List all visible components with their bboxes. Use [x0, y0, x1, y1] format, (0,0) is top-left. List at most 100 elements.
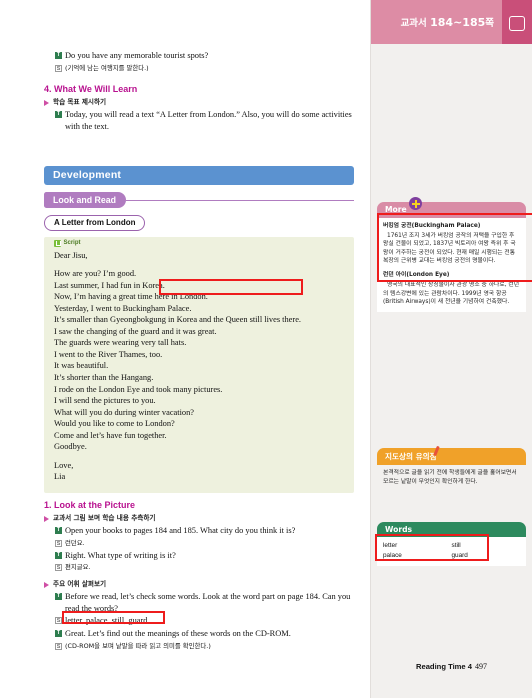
section-bullet: 학습 목표 제시하기 — [44, 97, 354, 107]
exchange-group: T Open your books to pages 184 and 185. … — [55, 525, 354, 573]
teacher-badge-icon: T — [55, 551, 62, 559]
script-tag: Script — [54, 239, 344, 247]
letter-line: I will send the pictures to you. — [54, 396, 156, 406]
exchange-line: S 런던요. — [55, 538, 354, 549]
development-section: Development Look and Read A Letter from … — [44, 166, 354, 493]
sidebar-footer: Reading Time 4 497 — [371, 656, 532, 674]
textbook-prefix: 교과서 — [400, 18, 427, 29]
letter-line: Come and let’s have fun together. — [54, 430, 167, 440]
exchange-group: T Before we read, let’s check some words… — [55, 591, 354, 651]
look-and-read-header: Look and Read — [44, 192, 354, 208]
exchange-text: Today, you will read a text “A Letter fr… — [65, 110, 352, 131]
more-entry: 런던 아이(London Eye) 영국의 대표적인 상징물이자 관광 명소 중… — [383, 271, 520, 307]
section-bullet: 교과서 그림 보며 학습 내용 추측하기 — [44, 513, 354, 523]
teacher-badge-icon: T — [55, 593, 62, 601]
student-badge-icon: S — [55, 617, 62, 625]
words-table: letter palace still guard — [383, 541, 520, 561]
exchange-text: (CD-ROM을 보며 낱말을 따라 읽고 의미를 확인한다.) — [65, 641, 211, 650]
exchange-text: Great. Let’s find out the meanings of th… — [65, 628, 291, 638]
word-cell: still — [451, 542, 461, 550]
student-badge-icon: S — [55, 64, 62, 72]
section-heading: 1. Look at the Picture — [44, 500, 136, 510]
exchange-line: T Great. Let’s find out the meanings of … — [55, 628, 354, 640]
note-panel-body: 본격적으로 글을 읽기 전에 학생들에게 글을 훑어보면서 모르는 낱말이 무엇… — [383, 470, 517, 485]
plus-circle-icon[interactable] — [409, 197, 422, 210]
section-what-we-will-learn: 4. What We Will Learn 학습 목표 제시하기 T Today… — [44, 84, 354, 133]
more-entry-body: 영국의 대표적인 상징물이자 관광 명소 중 하나로, 런던의 템스강변에 있는… — [383, 282, 520, 306]
exchange-line: T Before we read, let’s check some words… — [55, 591, 354, 614]
script-box: Script Dear Jisu, How are you? I’m good.… — [44, 236, 354, 493]
letter-line: What will you do during winter vacation? — [54, 407, 195, 417]
textbook-suffix: 쪽 — [485, 18, 494, 29]
script-icon — [54, 239, 61, 247]
letter-signature: Lia — [54, 472, 66, 482]
words-column-left: letter palace — [383, 541, 452, 561]
student-badge-icon: S — [55, 564, 62, 572]
student-badge-icon: S — [55, 642, 62, 650]
reading-title-pill: A Letter from London — [44, 215, 146, 231]
more-entry-term: 런던 아이(London Eye) — [383, 271, 450, 278]
word-cell: palace — [383, 552, 402, 560]
exchange-line: T Do you have any memorable tourist spot… — [55, 50, 355, 62]
exchange-text: (기억에 남는 여행지를 말한다.) — [65, 63, 149, 72]
exchange-text: Right. What type of writing is it? — [65, 550, 176, 560]
letter-line: I saw the changing of the guard and it w… — [54, 326, 217, 336]
letter-line: Yesterday, I went to Buckingham Palace. — [54, 303, 192, 313]
letter-closing: Love, — [54, 460, 74, 470]
letter-line: Would you like to come to London? — [54, 419, 175, 429]
look-and-read-pill: Look and Read — [44, 192, 127, 208]
letter-line: I rode on the London Eye and took many p… — [54, 384, 223, 394]
teacher-badge-icon: T — [55, 629, 62, 637]
textbook-page: T Do you have any memorable tourist spot… — [0, 0, 532, 698]
activity-look-at-the-picture: 1. Look at the Picture 교과서 그림 보며 학습 내용 추… — [44, 500, 354, 653]
letter-line: It was beautiful. — [54, 361, 109, 371]
open-book-icon — [509, 15, 525, 31]
words-panel-title: Words — [385, 524, 413, 534]
open-book-tab[interactable] — [502, 0, 532, 44]
section-bullet: 주요 어휘 살펴보기 — [44, 579, 354, 589]
words-panel-body: letter palace still guard — [377, 537, 526, 567]
more-panel-body: 버킹엄 궁전(Buckingham Palace) 1761년 조지 3세가 버… — [377, 217, 526, 312]
reading-time-label: Reading Time 4 — [416, 662, 472, 671]
more-panel-header: More — [377, 197, 526, 218]
letter-line: I went to the River Thames, too. — [54, 349, 163, 359]
exchange-text: 런던요. — [65, 538, 85, 547]
teacher-badge-icon: T — [55, 527, 62, 534]
note-panel-header: 지도상의 유의점 — [377, 447, 526, 466]
intro-exchange: T Do you have any memorable tourist spot… — [55, 50, 355, 75]
exchange-text: Before we read, let’s check some words. … — [65, 592, 351, 613]
word-cell: guard — [451, 552, 468, 560]
script-label: Script — [63, 240, 81, 246]
more-entry-body: 1761년 조지 3세가 버킹엄 공작의 저택을 구입한 후 왕실 건물이 되었… — [383, 232, 516, 265]
exchange-line: T Right. What type of writing is it? — [55, 550, 354, 562]
triangle-bullet-icon — [44, 516, 49, 522]
bullet-label: 주요 어휘 살펴보기 — [53, 580, 107, 589]
exchange-line: T Today, you will read a text “A Letter … — [55, 109, 354, 132]
letter-line: Goodbye. — [54, 442, 87, 452]
header-rule — [126, 199, 354, 201]
words-column-right: still guard — [452, 541, 521, 561]
exchange-text: Do you have any memorable tourist spots? — [65, 51, 209, 60]
page-number: 497 — [475, 662, 487, 671]
letter-line: The guards were wearing very tall hats. — [54, 338, 187, 348]
exchange-line: S (CD-ROM을 보며 낱말을 따라 읽고 의미를 확인한다.) — [55, 641, 354, 652]
note-panel-title: 지도상의 유의점 — [385, 451, 437, 461]
exchange-line: T Open your books to pages 184 and 185. … — [55, 525, 354, 537]
textbook-page-range: 184~185 — [430, 16, 486, 29]
note-panel: 지도상의 유의점 본격적으로 글을 읽기 전에 학생들에게 글을 훑어보면서 모… — [377, 447, 526, 492]
more-entry: 버킹엄 궁전(Buckingham Palace) 1761년 조지 3세가 버… — [383, 222, 520, 266]
bullet-label: 학습 목표 제시하기 — [53, 98, 107, 106]
exchange-text: 편지글요. — [65, 563, 91, 572]
letter-line: How are you? I’m good. — [54, 269, 137, 279]
letter-line: It’s shorter than the Hangang. — [54, 372, 154, 382]
letter-line: Now, I’m having a great time here in Lon… — [54, 292, 208, 302]
letter-text: Dear Jisu, How are you? I’m good. Last s… — [54, 250, 344, 483]
exchange-text: letter, palace, still, guard — [65, 616, 148, 626]
bullet-label: 교과서 그림 보며 학습 내용 추측하기 — [53, 514, 156, 522]
letter-line: Last summer, I had fun in Korea. — [54, 280, 165, 290]
words-panel-header: Words — [377, 521, 526, 538]
letter-line: It’s smaller than Gyeongbokgung in Korea… — [54, 315, 302, 325]
sidebar-header: 교과서 184~185쪽 — [371, 0, 532, 44]
exchange-line: S letter, palace, still, guard — [55, 615, 354, 627]
more-entry-term: 버킹엄 궁전(Buckingham Palace) — [383, 222, 481, 229]
